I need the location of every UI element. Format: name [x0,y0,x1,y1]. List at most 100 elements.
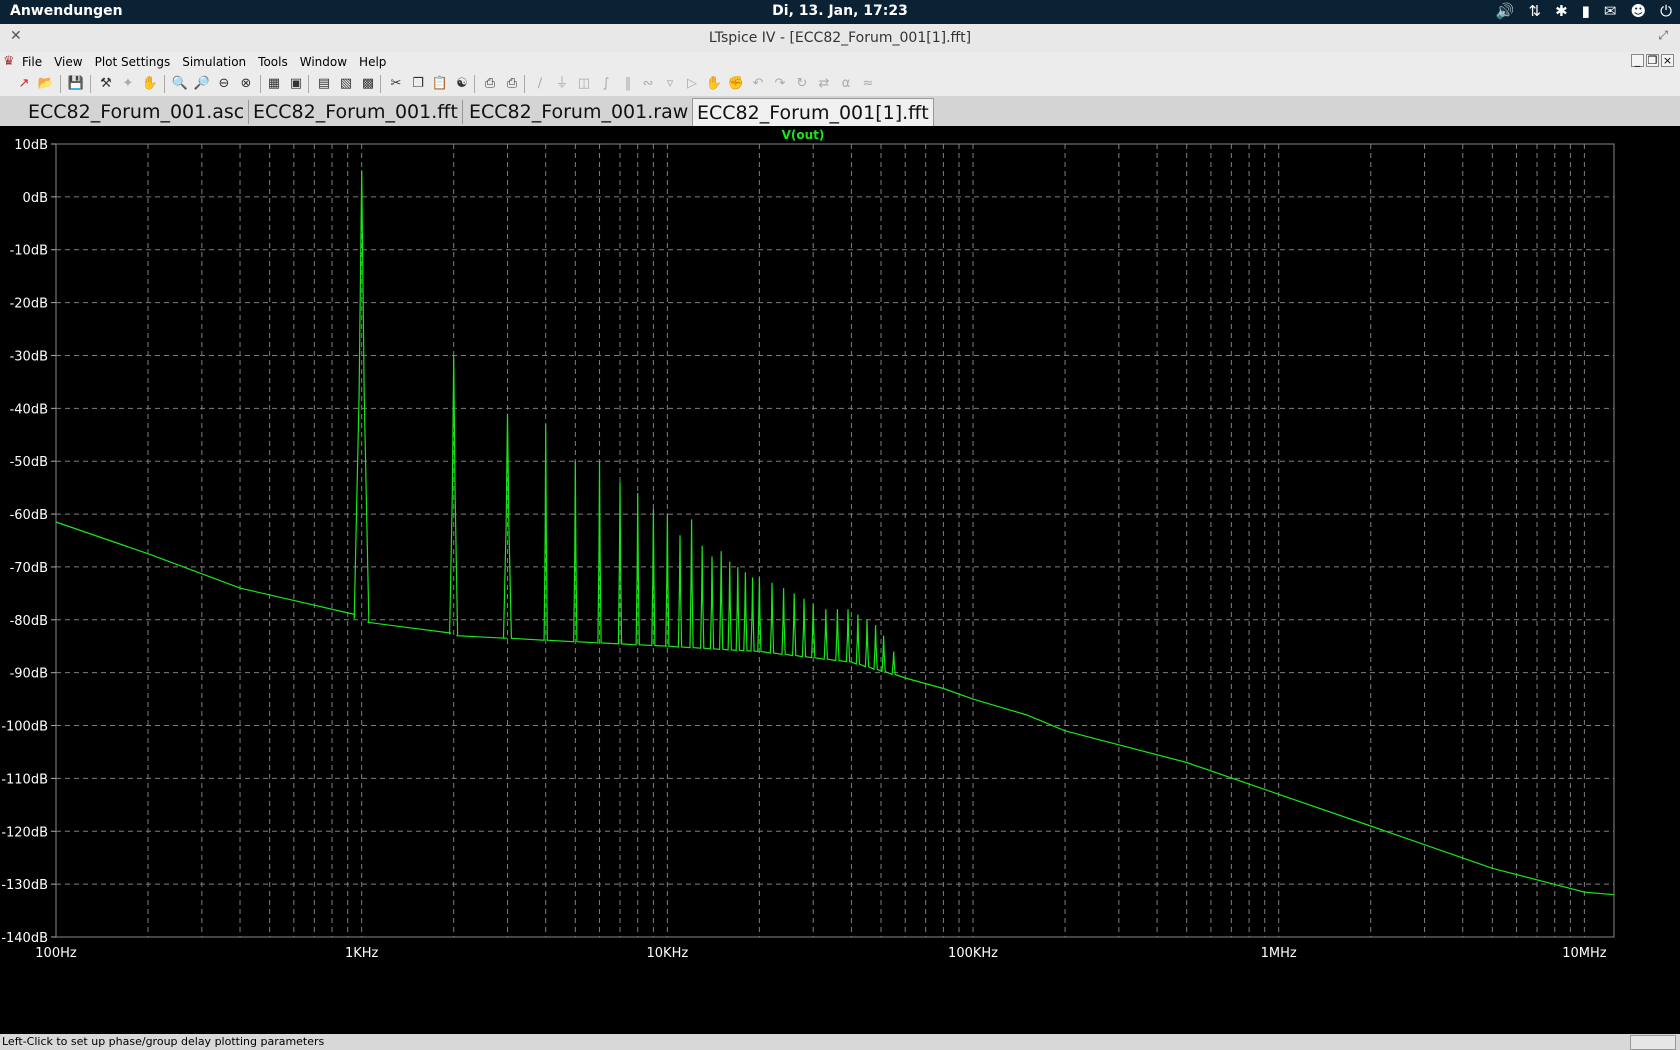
y-tick-label[interactable]: -140dB [1,931,48,946]
y-tick-label[interactable]: 10dB [14,138,48,153]
ground-icon[interactable]: ⏚ [552,74,572,94]
pan-icon[interactable]: 🔎 [192,74,212,94]
diode-icon[interactable]: ▿ [660,74,680,94]
resistor-icon[interactable]: ∫ [596,74,616,94]
toolbar-separator [90,75,91,93]
toolbar-separator [524,75,525,93]
print-preview-icon[interactable]: ⎙ [480,74,500,94]
menu-simulation[interactable]: Simulation [182,55,246,69]
volume-icon[interactable]: 🔊 [1496,2,1515,20]
menu-file[interactable]: File [22,55,42,69]
power-icon[interactable]: ⏻ [1660,2,1672,20]
save-icon[interactable]: 💾 [66,74,86,94]
x-tick-label[interactable]: 10MHz [1562,946,1607,961]
x-tick-label[interactable]: 1MHz [1261,946,1297,961]
tab-asc[interactable]: ECC82_Forum_001.asc [24,100,250,124]
drag-icon[interactable]: ✊ [726,74,746,94]
cascade-icon[interactable]: ▩ [358,74,378,94]
y-tick-label[interactable]: -130dB [1,878,48,893]
menu-view[interactable]: View [54,55,82,69]
y-axis-labels: 10dB 0dB -10dB -20dB -30dB -40dB -50dB -60dB -70… [1,138,56,946]
manual-limits-icon[interactable]: ▣ [286,74,306,94]
y-tick-label[interactable]: -110dB [1,772,48,787]
new-schematic-icon[interactable]: ↗ [14,74,34,94]
toolbar-separator [260,75,261,93]
spice-directive-icon[interactable]: ≈ [858,74,878,94]
trace-label-vout[interactable]: V(out) [782,128,825,142]
y-tick-label[interactable]: -40dB [10,402,48,417]
window-titlebar: ✕ LTspice IV - [ECC82_Forum_001[1].fft] … [0,24,1680,53]
menu-help[interactable]: Help [359,55,386,69]
y-tick-label[interactable]: -60dB [10,508,48,523]
cut-icon[interactable]: ✂ [386,74,406,94]
halt-icon[interactable]: ✋ [140,74,160,94]
copy-icon[interactable]: ❐ [408,74,428,94]
x-tick-label[interactable]: 100KHz [948,946,998,961]
run-icon[interactable]: ✦ [118,74,138,94]
grid-lines [56,144,1614,937]
tile-vertical-icon[interactable]: ▧ [336,74,356,94]
autorange-icon[interactable]: ▦ [264,74,284,94]
tab-fft-1[interactable]: ECC82_Forum_001[1].fft [692,98,934,127]
menu-tools[interactable]: Tools [258,55,288,69]
inductor-icon[interactable]: ∾ [638,74,658,94]
text-icon[interactable]: α [836,74,856,94]
waveform-viewer[interactable]: 10dB 0dB -10dB -20dB -30dB -40dB -50dB -60dB -70… [0,126,1680,1034]
tab-fft[interactable]: ECC82_Forum_001.fft [249,100,463,124]
minimize-document-icon[interactable]: _ [1631,54,1644,67]
undo-icon[interactable]: ↶ [748,74,768,94]
print-icon[interactable]: ⎙ [502,74,522,94]
window-title: LTspice IV - [ECC82_Forum_001[1].fft] [708,30,972,46]
y-tick-label[interactable]: -20dB [10,297,48,312]
capacitor-icon[interactable]: ‖ [618,74,638,94]
battery-icon[interactable]: ▮ [1582,2,1590,20]
y-tick-label[interactable]: -30dB [10,349,48,364]
x-axis-labels: 100Hz 1KHz 10KHz 100KHz 1MHz 10MHz [35,946,1606,961]
plot-frame [55,143,1615,938]
zoom-full-icon[interactable]: ⊗ [236,74,256,94]
ltspice-app-icon[interactable]: ♛ [3,54,15,69]
y-tick-label[interactable]: -80dB [10,614,48,629]
find-icon[interactable]: ☯ [452,74,472,94]
maximize-window-icon[interactable]: ⤢ [1658,28,1668,43]
y-tick-label[interactable]: -70dB [10,561,48,576]
x-tick-label[interactable]: 1KHz [345,946,379,961]
zoom-out-icon[interactable]: ⊖ [214,74,234,94]
x-tick-label[interactable]: 100Hz [35,946,77,961]
y-tick-label[interactable]: -120dB [1,825,48,840]
mail-icon[interactable]: ✉ [1604,2,1617,20]
mirror-icon[interactable]: ⇄ [814,74,834,94]
toolbar-separator [60,75,61,93]
vout-trace[interactable] [55,170,1615,896]
fft-chart[interactable]: 10dB 0dB -10dB -20dB -30dB -40dB -50dB -60dB -70… [0,126,1680,1034]
y-tick-label[interactable]: -10dB [10,244,48,259]
bluetooth-icon[interactable]: ✱ [1555,2,1568,20]
rotate-icon[interactable]: ↻ [792,74,812,94]
component-icon[interactable]: ▷ [682,74,702,94]
wire-icon[interactable]: ∕ [530,74,550,94]
close-document-icon[interactable]: × [1661,54,1674,67]
status-indicator [1630,1035,1676,1050]
clock[interactable]: Di, 13. Jan, 17:23 [0,3,1680,19]
user-icon[interactable]: ☻ [1630,2,1646,20]
restore-document-icon[interactable]: ❐ [1646,54,1659,67]
network-icon[interactable]: ⇅ [1528,2,1541,20]
paste-icon[interactable]: 📋 [430,74,450,94]
status-bar: Left-Click to set up phase/group delay p… [0,1034,1680,1050]
y-tick-label[interactable]: -90dB [10,667,48,682]
menu-window[interactable]: Window [300,55,347,69]
control-panel-icon[interactable]: ⚒ [96,74,116,94]
redo-icon[interactable]: ↷ [770,74,790,94]
open-icon[interactable]: 📂 [36,74,56,94]
move-icon[interactable]: ✋ [704,74,724,94]
y-tick-label[interactable]: -100dB [1,720,48,735]
y-tick-label[interactable]: -50dB [10,455,48,470]
tab-raw[interactable]: ECC82_Forum_001.raw [465,100,694,124]
tile-horizontal-icon[interactable]: ▤ [314,74,334,94]
zoom-area-icon[interactable]: 🔍 [170,74,190,94]
label-net-icon[interactable]: ◫ [574,74,594,94]
desktop-top-panel: Anwendungen Di, 13. Jan, 17:23 🔊 ⇅ ✱ ▮ ✉… [0,0,1680,24]
y-tick-label[interactable]: 0dB [23,191,48,206]
x-tick-label[interactable]: 10KHz [647,946,689,961]
menu-plot-settings[interactable]: Plot Settings [95,55,171,69]
